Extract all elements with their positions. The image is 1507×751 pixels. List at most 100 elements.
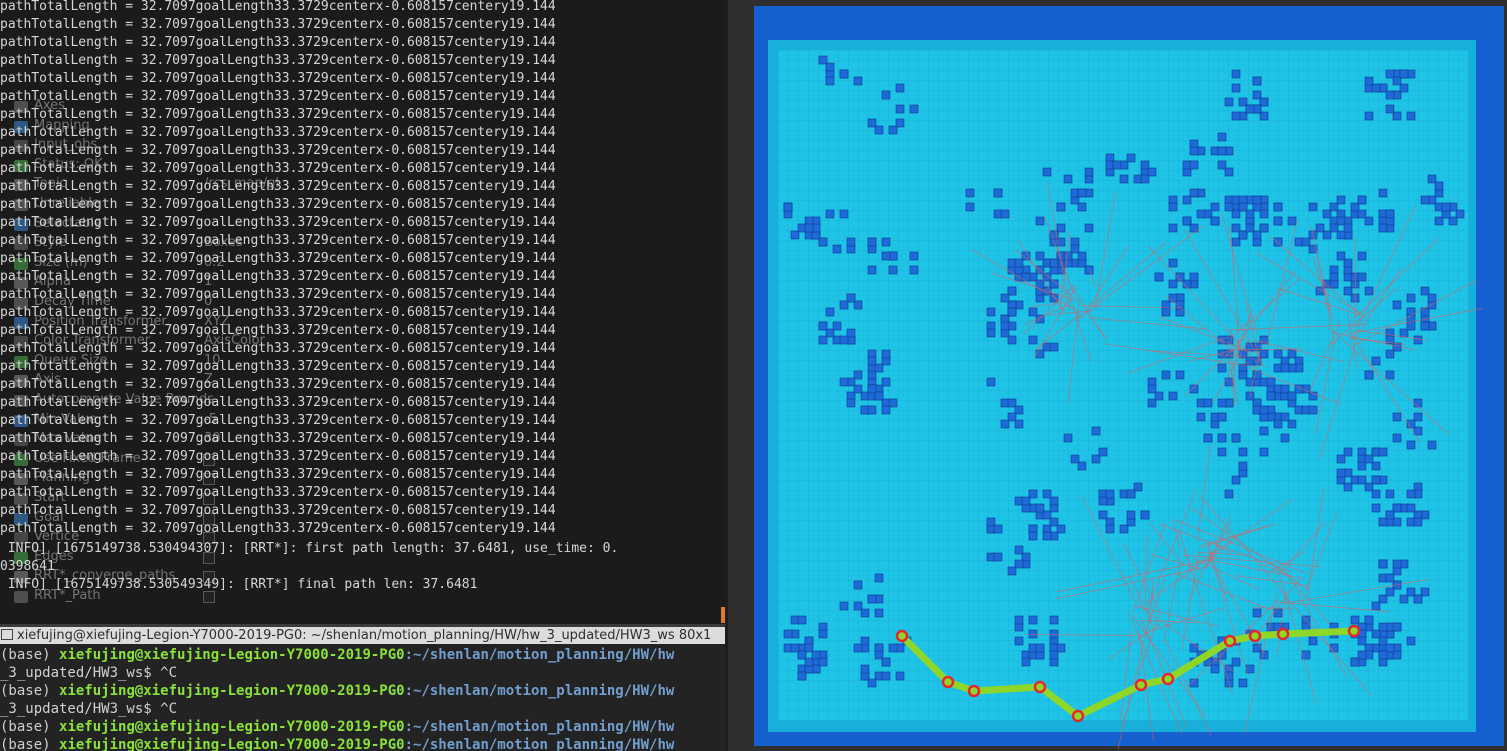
obstacle-voxel (895, 83, 905, 93)
obstacle-voxel (1364, 76, 1374, 86)
obstacle-voxel (1308, 405, 1318, 415)
terminal-line: pathTotalLength = 32.7097goalLength33.37… (0, 71, 556, 86)
obstacle-voxel (1385, 587, 1395, 597)
path-node (1248, 629, 1262, 643)
obstacle-voxel (1105, 489, 1115, 499)
obstacle-voxel (853, 384, 863, 394)
obstacle-voxel (1343, 447, 1353, 457)
obstacle-voxel (895, 104, 905, 114)
terminal-line: pathTotalLength = 32.7097goalLength33.37… (0, 323, 556, 338)
terminal-line: pathTotalLength = 32.7097goalLength33.37… (0, 125, 556, 140)
rviz-3d-view[interactable] (728, 0, 1507, 751)
scroll-indicator[interactable] (721, 607, 725, 623)
obstacle-voxel (874, 573, 884, 583)
log-final-path: INFO] [1675149738.530549349]: [RRT*] fin… (0, 577, 478, 592)
terminal-line: pathTotalLength = 32.7097goalLength33.37… (0, 305, 556, 320)
obstacle-voxel (818, 335, 828, 345)
obstacle-voxel (1224, 167, 1234, 177)
obstacle-voxel (1028, 629, 1038, 639)
path-node (895, 629, 909, 643)
obstacle-voxel (965, 202, 975, 212)
path-node (1033, 680, 1047, 694)
obstacle-voxel (1238, 202, 1248, 212)
obstacle-voxel (1427, 440, 1437, 450)
obstacle-voxel (1049, 629, 1059, 639)
obstacle-voxel (1021, 657, 1031, 667)
terminal-line: pathTotalLength = 32.7097goalLength33.37… (0, 53, 556, 68)
obstacle-voxel (867, 265, 877, 275)
obstacle-voxel (1112, 160, 1122, 170)
obstacle-voxel (1119, 174, 1129, 184)
obstacle-voxel (1126, 153, 1136, 163)
obstacle-voxel (1392, 622, 1402, 632)
terminal-title-bar[interactable]: xiefujing@xiefujing-Legion-Y7000-2019-PG… (0, 627, 725, 644)
obstacle-voxel (1357, 209, 1367, 219)
obstacle-voxel (1042, 167, 1052, 177)
obstacle-voxel (1392, 559, 1402, 569)
obstacle-voxel (1063, 174, 1073, 184)
obstacle-voxel (986, 377, 996, 387)
obstacle-voxel (1252, 195, 1262, 205)
obstacle-voxel (1385, 209, 1395, 219)
terminal-bottom[interactable]: xiefujing@xiefujing-Legion-Y7000-2019-PG… (0, 627, 725, 751)
obstacle-voxel (1028, 335, 1038, 345)
obstacle-voxel (1406, 503, 1416, 513)
obstacle-voxel (1203, 398, 1213, 408)
log-first-path: INFO] [1675149738.530494307]: [RRT*]: fi… (0, 541, 619, 556)
obstacle-voxel (1161, 370, 1171, 380)
obstacle-voxel (1252, 76, 1262, 86)
obstacle-voxel (1420, 195, 1430, 205)
obstacle-voxel (1049, 615, 1059, 625)
obstacle-voxel (1042, 489, 1052, 499)
obstacle-voxel (1357, 272, 1367, 282)
obstacle-voxel (1028, 307, 1038, 317)
terminal-line: pathTotalLength = 32.7097goalLength33.37… (0, 215, 556, 230)
obstacle-voxel (881, 657, 891, 667)
obstacle-voxel (1413, 335, 1423, 345)
obstacle-voxel (1406, 489, 1416, 499)
obstacle-voxel (839, 209, 849, 219)
terminal-line: pathTotalLength = 32.7097goalLength33.37… (0, 287, 556, 302)
obstacle-voxel (783, 629, 793, 639)
obstacle-voxel (965, 188, 975, 198)
obstacle-voxel (1084, 167, 1094, 177)
obstacle-voxel (1035, 251, 1045, 261)
obstacle-voxel (986, 307, 996, 317)
obstacle-voxel (1357, 475, 1367, 485)
obstacle-voxel (1007, 566, 1017, 576)
terminal-top[interactable]: Axes Mapping Input_obs Status: OK Topic/rcs_… (0, 0, 725, 624)
obstacle-voxel (881, 251, 891, 261)
obstacle-voxel (1245, 104, 1255, 114)
prompt-wrap-line: _3_updated/HW3_ws$ ^C (0, 665, 178, 681)
obstacle-voxel (1189, 146, 1199, 156)
obstacle-voxel (1203, 433, 1213, 443)
obstacle-voxel (1259, 426, 1269, 436)
map-canvas[interactable] (728, 0, 1507, 751)
terminal-line: pathTotalLength = 32.7097goalLength33.37… (0, 179, 556, 194)
obstacle-voxel (839, 601, 849, 611)
obstacle-voxel (881, 237, 891, 247)
obstacle-voxel (1280, 363, 1290, 373)
path-node (1161, 672, 1175, 686)
obstacle-voxel (874, 391, 884, 401)
obstacle-voxel (1266, 377, 1276, 387)
obstacle-voxel (895, 671, 905, 681)
prompt-wrap-line: _3_updated/HW3_ws$ ^C (0, 701, 178, 717)
obstacle-voxel (1406, 321, 1416, 331)
terminal-line: pathTotalLength = 32.7097goalLength33.37… (0, 449, 556, 464)
obstacle-voxel (1238, 678, 1248, 688)
obstacle-voxel (1140, 174, 1150, 184)
obstacle-voxel (993, 188, 1003, 198)
obstacle-voxel (1231, 69, 1241, 79)
obstacle-voxel (881, 671, 891, 681)
terminal-line: pathTotalLength = 32.7097goalLength33.37… (0, 413, 556, 428)
obstacle-voxel (881, 349, 891, 359)
obstacle-voxel (1014, 636, 1024, 646)
obstacle-voxel (909, 265, 919, 275)
obstacle-voxel (853, 580, 863, 590)
obstacle-voxel (1273, 608, 1283, 618)
obstacle-voxel (867, 237, 877, 247)
terminal-line: pathTotalLength = 32.7097goalLength33.37… (0, 359, 556, 374)
obstacle-voxel (1196, 412, 1206, 422)
prompt-line: (base) xiefujing@xiefujing-Legion-Y7000-… (0, 737, 675, 751)
